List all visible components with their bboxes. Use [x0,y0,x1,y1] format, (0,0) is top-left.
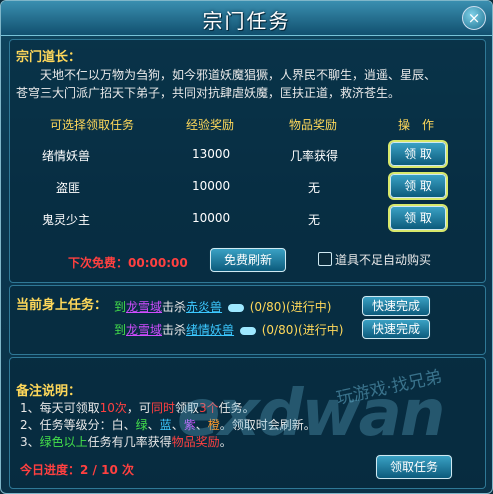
note-text: ，可 [126,401,151,415]
note-highlight: 绿 [135,418,148,432]
task-item: 无 [308,181,321,195]
accept-task-button[interactable]: 领取任务 [376,455,452,479]
task-list-panel: 宗门道长： 天地不仁以万物为刍狗，如今邪道妖魔猖獗，人界民不聊生，逍遥、星辰、 … [9,39,486,283]
task-exp: 10000 [192,179,231,193]
auto-buy-checkbox[interactable] [318,252,332,266]
cloud-icon[interactable] [239,326,256,335]
task-item: 无 [308,213,321,227]
task-row: 盗匪 10000 无 领 取 [14,172,480,200]
quick-complete-button[interactable]: 快速完成 [362,296,430,316]
task-name: 盗匪 [56,181,81,195]
task-progress: (0/80)(进行中) [261,323,344,337]
free-refresh-timer: 下次免费：00:00:00 [68,256,188,270]
task-pre: 到 [114,300,127,314]
cloud-icon[interactable] [227,303,244,312]
col-exp: 经验奖励 [186,118,235,132]
current-tasks-panel: 当前身上任务： 到龙雪域击杀赤炎兽 (0/80)(进行中) 快速完成 到龙雪域击… [9,285,486,355]
current-heading: 当前身上任务： [16,298,108,313]
window-title: 宗门任务 [202,9,291,33]
task-place-link[interactable]: 龙雪域 [126,300,162,314]
task-exp: 10000 [192,211,231,225]
note-text: 任务有几率获得 [87,435,172,449]
task-row: 绪情妖兽 13000 几率获得 领 取 [14,140,480,168]
note-text: 3、 [20,435,40,449]
task-target-link[interactable]: 绪情妖兽 [186,323,234,337]
task-place-link[interactable]: 龙雪域 [126,323,162,337]
note-highlight: 绿色以上 [39,435,88,449]
daily-progress: 今日进度：2 / 10 次 [20,463,134,477]
task-name: 绪情妖兽 [42,149,91,163]
free-refresh-button[interactable]: 免费刷新 [210,248,286,272]
task-exp: 13000 [192,147,231,161]
task-row: 鬼灵少主 10000 无 领 取 [14,204,480,232]
col-item: 物品奖励 [289,118,338,132]
task-target-link[interactable]: 赤炎兽 [186,300,222,314]
current-task-line: 到龙雪域击杀绪情妖兽 (0/80)(进行中) [114,321,343,338]
accept-button[interactable]: 领 取 [390,174,446,198]
task-verb: 击杀 [162,300,187,314]
note-text: 2、任务等级分：白、 [20,418,136,432]
leader-text-line2: 苍穹三大门派广招天下弟子，共同对抗肆虐妖魔，匡扶正道，救济苍生。 [16,86,401,100]
auto-buy-label: 道具不足自动购买 [335,253,432,267]
note-highlight: 蓝 [159,418,172,432]
accept-button[interactable]: 领 取 [390,142,446,166]
col-task: 可选择领取任务 [50,118,135,132]
note-highlight: 10次 [99,401,127,415]
col-action: 操 作 [398,118,435,132]
quick-complete-button[interactable]: 快速完成 [362,319,430,339]
task-window: 宗门任务 × 宗门道长： 天地不仁以万物为刍狗，如今邪道妖魔猖獗，人界民不聊生，… [0,0,493,494]
leader-heading: 宗门道长： [16,50,82,65]
close-icon[interactable]: × [462,6,486,30]
watermark-logo: exdwan [177,377,445,451]
task-name: 鬼灵少主 [42,213,91,227]
title-bar[interactable]: 宗门任务 × [1,1,492,36]
note-text: 1、每天可领取 [20,401,100,415]
accept-button[interactable]: 领 取 [390,206,446,230]
notes-heading: 备注说明： [16,384,82,399]
note-text: 、 [147,418,160,432]
task-verb: 击杀 [162,323,187,337]
current-task-line: 到龙雪域击杀赤炎兽 (0/80)(进行中) [114,298,331,315]
task-item: 几率获得 [290,149,339,163]
task-progress: (0/80)(进行中) [249,300,332,314]
note-highlight: 同时 [150,401,175,415]
leader-text-line1: 天地不仁以万物为刍狗，如今邪道妖魔猖獗，人界民不聊生，逍遥、星辰、 [40,68,437,82]
task-pre: 到 [114,323,127,337]
